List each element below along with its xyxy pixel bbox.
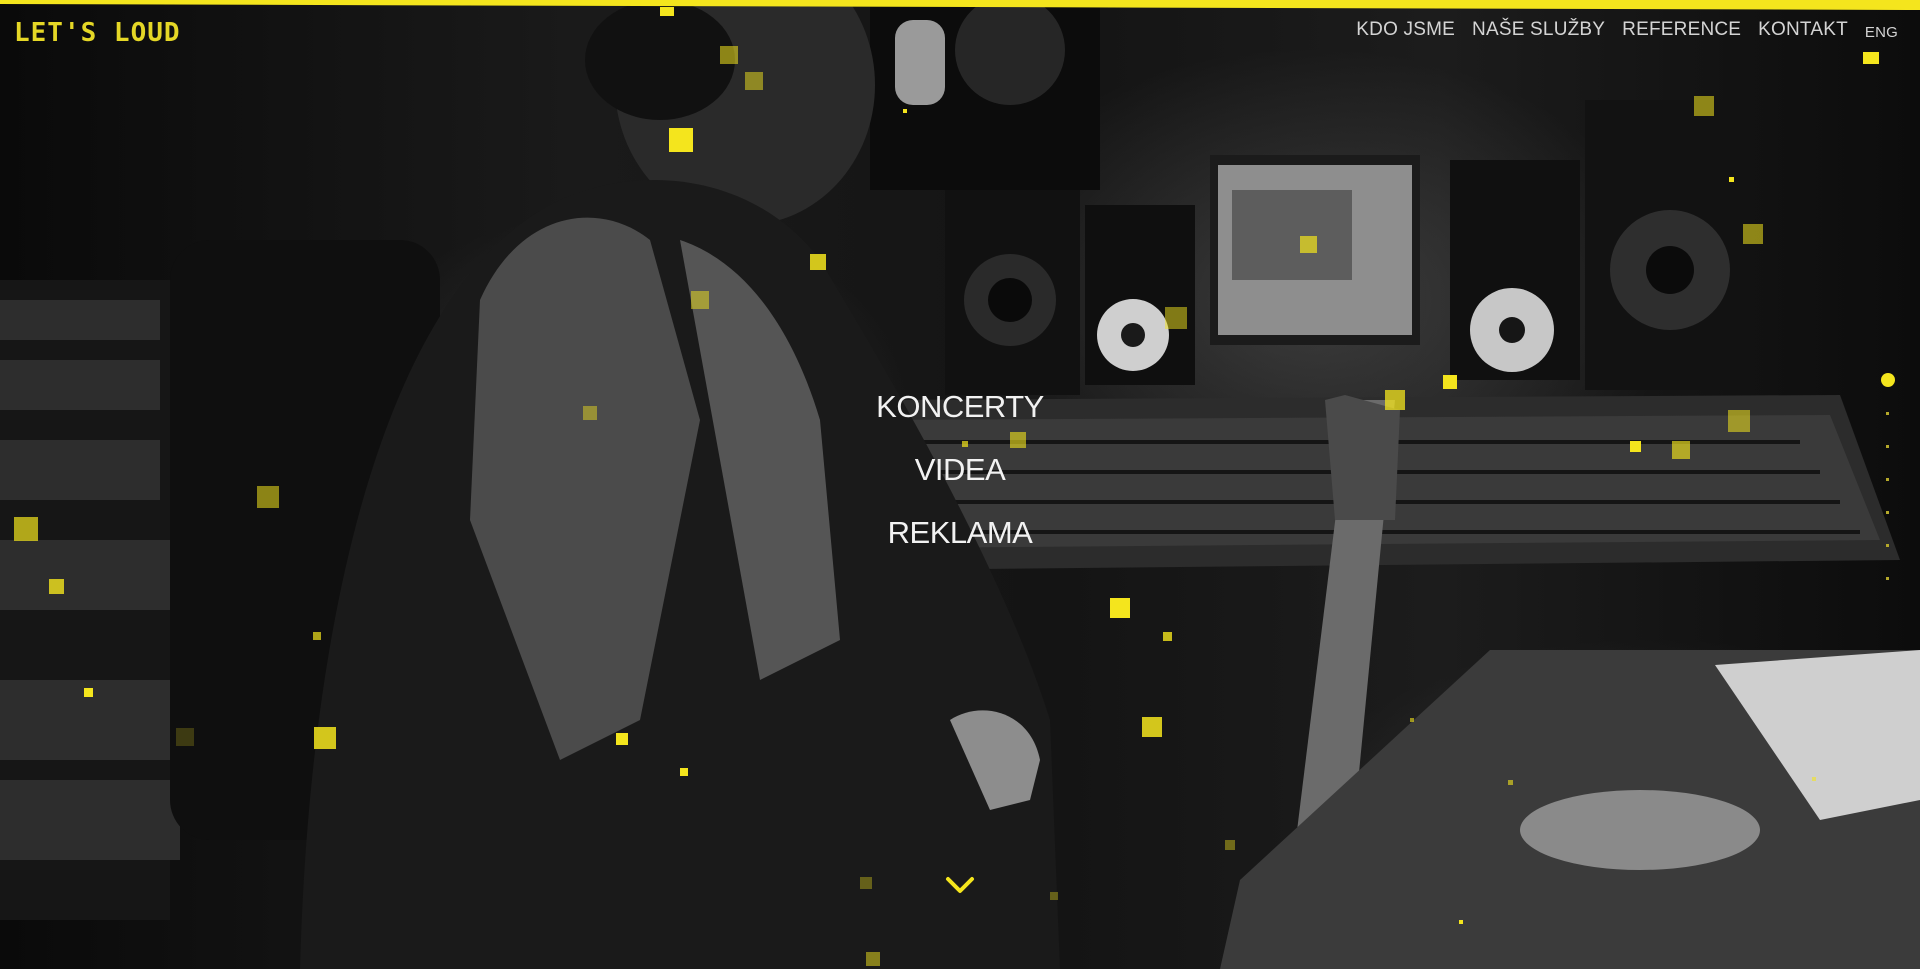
slide-indicator[interactable] (1886, 511, 1889, 514)
chevron-down-icon[interactable] (944, 872, 976, 900)
slide-indicator[interactable] (1886, 544, 1889, 547)
nav-item-nase-sluzby[interactable]: NAŠE SLUŽBY (1472, 19, 1605, 41)
category-links: KONCERTY VIDEA REKLAMA (0, 388, 1920, 551)
nav-item-kontakt[interactable]: KONTAKT (1758, 19, 1848, 41)
category-videa[interactable]: VIDEA (915, 451, 1006, 488)
slide-indicator[interactable] (1886, 478, 1889, 481)
slide-indicators (1886, 412, 1889, 580)
main-navigation: KDO JSME NAŠE SLUŽBY REFERENCE KONTAKT E… (1356, 19, 1898, 41)
slide-indicator-active[interactable] (1881, 373, 1895, 387)
language-switch[interactable]: ENG (1865, 24, 1898, 41)
category-koncerty[interactable]: KONCERTY (876, 388, 1044, 425)
hero-section: LET'S LOUD KDO JSME NAŠE SLUŽBY REFERENC… (0, 0, 1920, 969)
language-indicator (1863, 52, 1879, 64)
slide-indicator[interactable] (1886, 412, 1889, 415)
slide-indicator[interactable] (1886, 445, 1889, 448)
nav-item-kdo-jsme[interactable]: KDO JSME (1356, 19, 1455, 41)
nav-item-reference[interactable]: REFERENCE (1622, 19, 1741, 41)
slide-indicator[interactable] (1886, 577, 1889, 580)
logo[interactable]: LET'S LOUD (14, 18, 181, 48)
category-reklama[interactable]: REKLAMA (888, 514, 1033, 551)
